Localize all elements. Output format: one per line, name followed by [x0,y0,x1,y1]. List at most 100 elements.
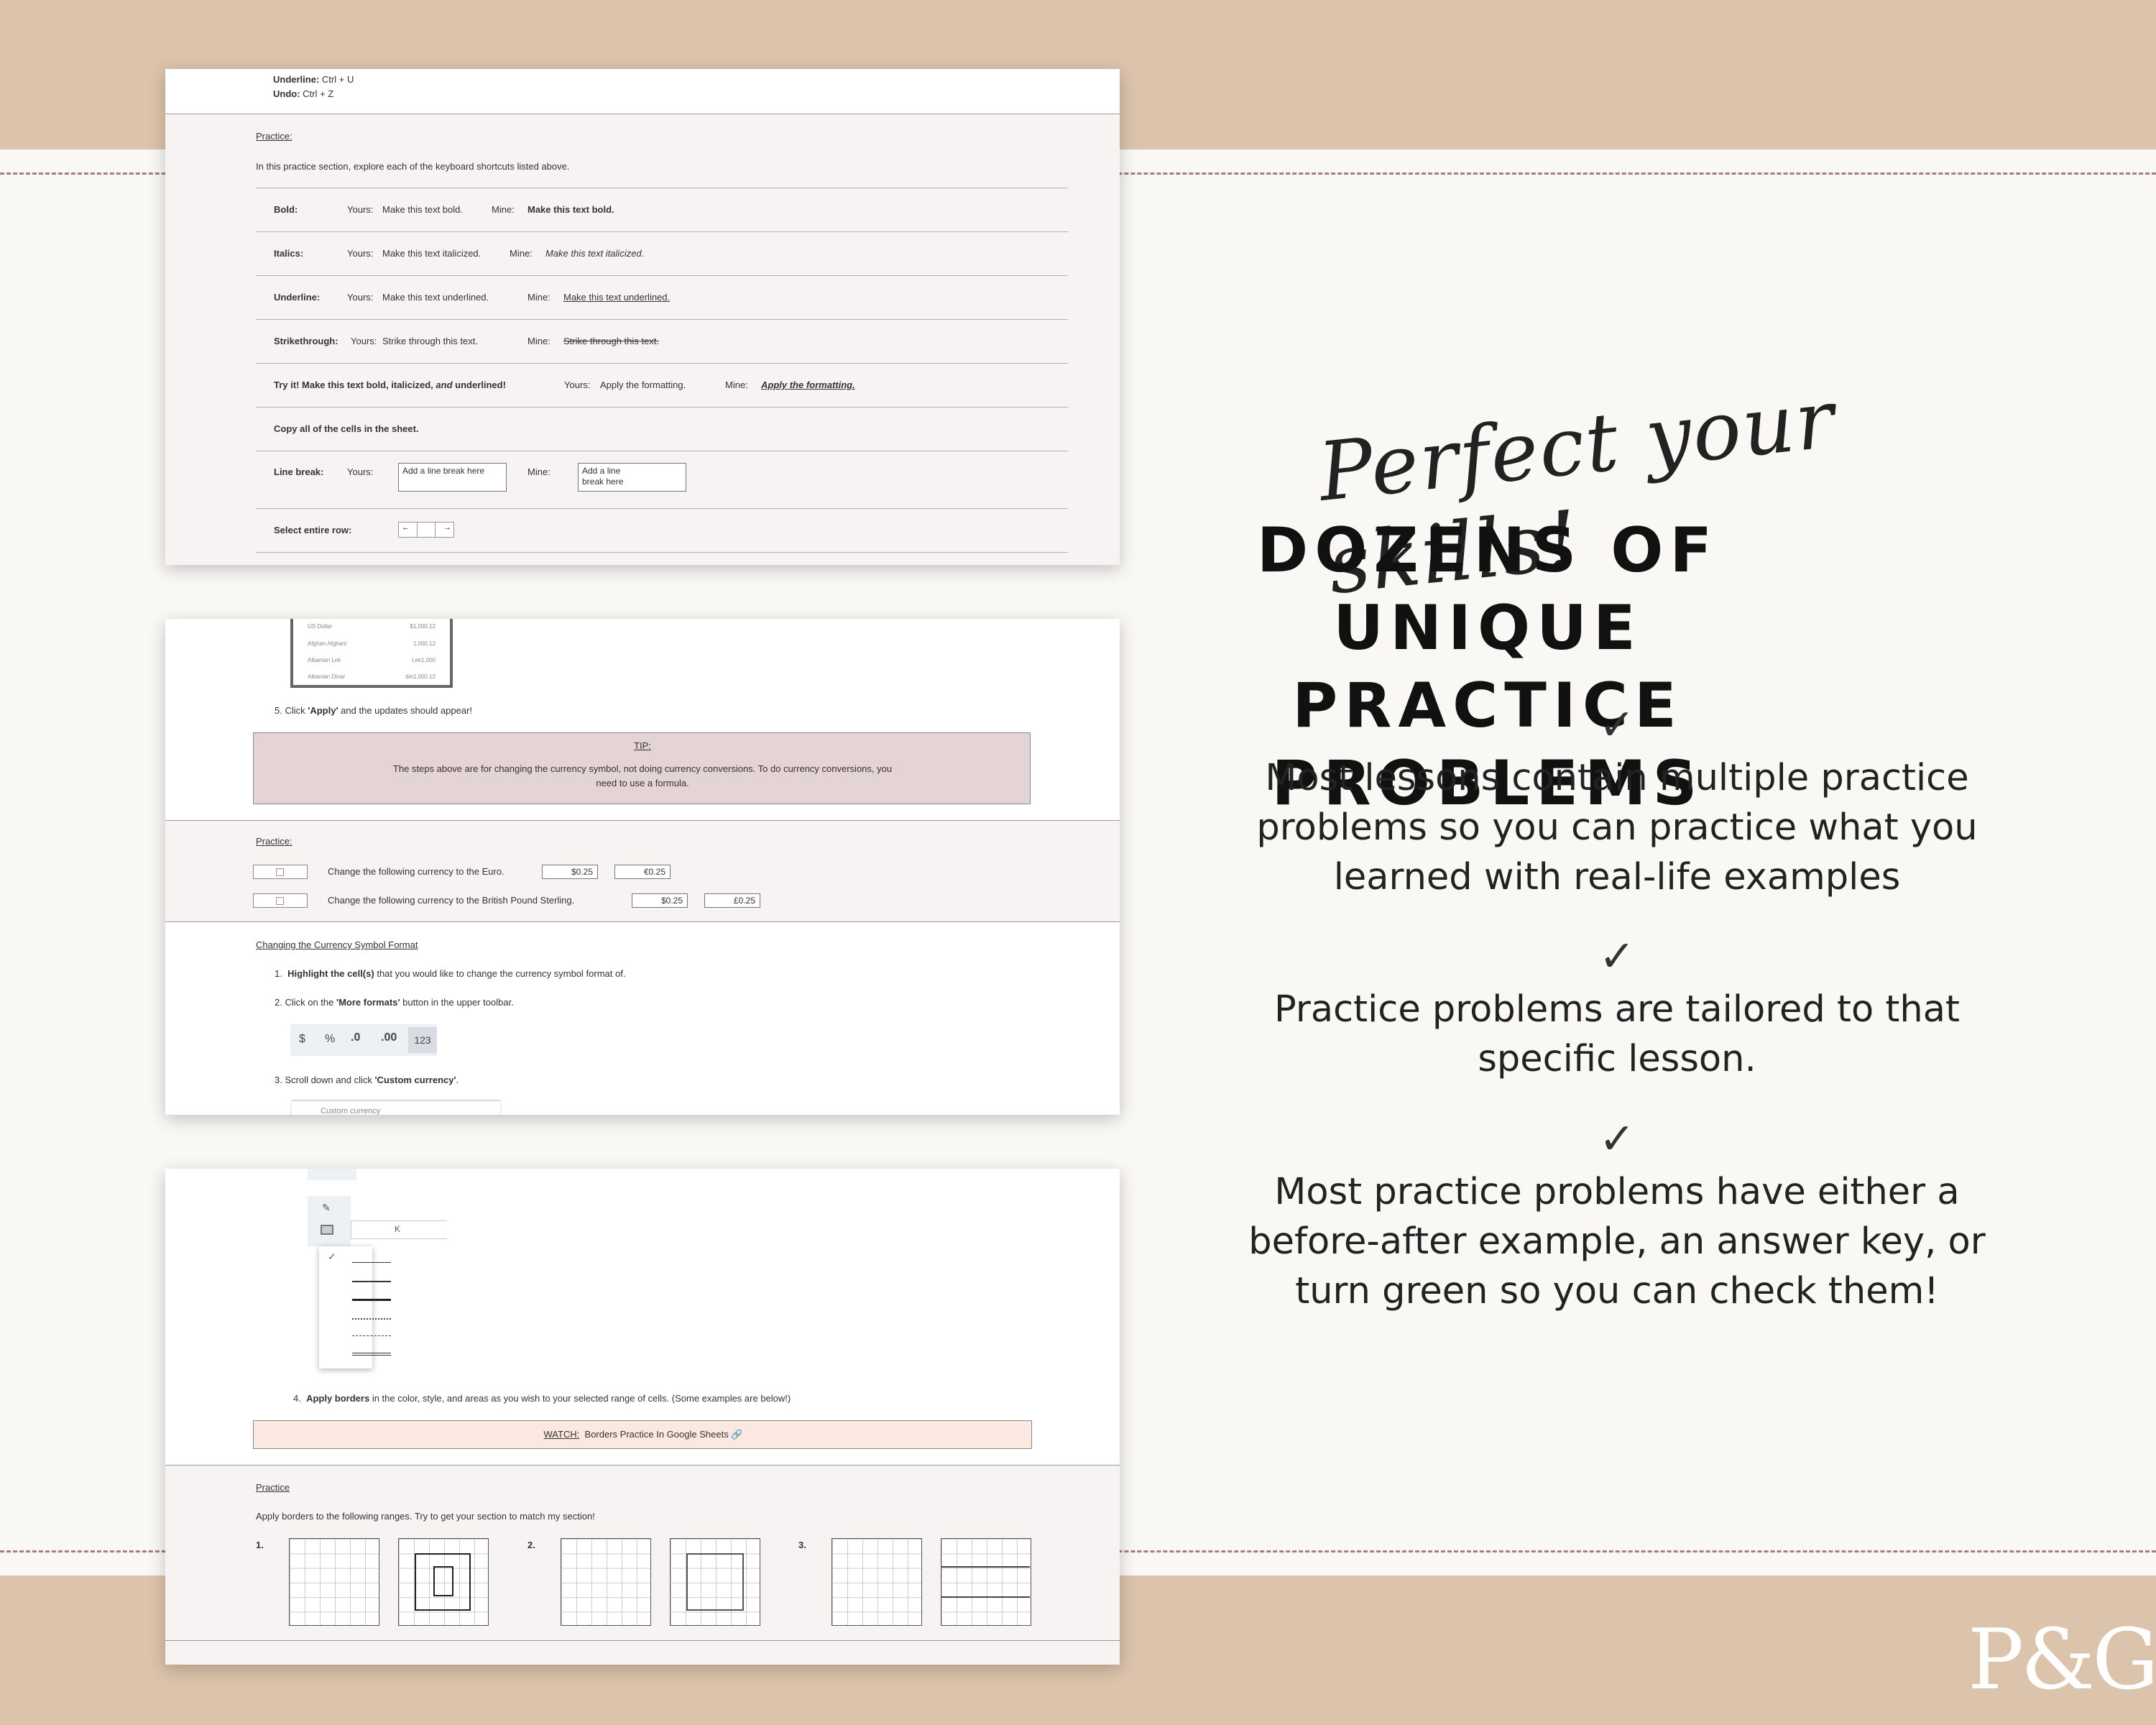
more-formats-button[interactable]: 123 [408,1027,437,1053]
format-menu-cut: Custom currency [292,1100,500,1115]
problem-3-yours-grid[interactable] [831,1538,922,1626]
underline-shortcut-value: Ctrl + U [321,74,354,85]
checkmark-icon-2: ✓ [1598,932,1636,982]
try-it-yours-label: Yours: [564,380,591,390]
problem-1-yours-grid[interactable] [289,1538,379,1626]
problem-2-yours-grid[interactable] [561,1538,651,1626]
underline-shortcut-label: Underline: [273,74,320,85]
column-header: K [351,1220,447,1239]
pencil-icon[interactable]: ✎ [322,1202,331,1214]
increase-decimal-button[interactable]: .00 [381,1031,397,1044]
copy-all-label: Copy all of the cells in the sheet. [274,423,419,434]
underline-row-label: Underline: [274,292,321,303]
italics-mine-label: Mine: [510,248,533,259]
point-2: Practice problems are tailored to that s… [1274,988,1960,1080]
border-dashed-option[interactable] [352,1335,391,1336]
practice-intro: In this practice section, explore each o… [256,161,570,172]
currency-format-button[interactable]: $ [299,1033,305,1046]
watch-link[interactable]: Borders Practice In Google Sheets [585,1429,729,1440]
column-k-label: K [395,1224,401,1234]
try-it-mine-cell: Apply the formatting. [761,380,855,390]
practice-row-1-from: $0.25 [542,865,598,879]
step-3: 3. Scroll down and click 'Custom currenc… [275,1075,459,1085]
border-dotted-option[interactable] [352,1318,391,1320]
currency-list: US Dollar $1,000.12 Afghan Afghani 1,000… [290,619,453,688]
undo-shortcut-label: Undo: [273,88,300,99]
border-double-option[interactable] [352,1353,391,1356]
line-break-yours-label: Yours: [347,466,374,477]
strikethrough-row-label: Strikethrough: [274,336,338,346]
line-break-mine-cell: Add a line break here [578,463,686,492]
checkmark-icon-1: ✓ [1598,700,1636,750]
problem-number-3: 3. [798,1540,806,1550]
strikethrough-mine-cell: Strike through this text. [563,336,659,346]
border-thin-option[interactable] [352,1262,391,1263]
tip-text-2: need to use a formula. [596,778,689,788]
tip-text-1: The steps above are for changing the cur… [392,763,893,774]
step-4: 4. Apply borders in the color, style, an… [293,1393,791,1404]
arrow-right-icon: → [443,523,451,532]
select-row-label: Select entire row: [274,525,352,535]
borders-screenshot: ••••• ✎ K ✓ 4. Apply borders in the colo… [165,1169,1120,1665]
try-it-yours-cell[interactable]: Apply the formatting. [600,380,686,390]
strikethrough-mine-label: Mine: [528,336,550,346]
practice-checkbox-cell-2[interactable] [253,893,308,908]
checkmark-icon: ✓ [328,1251,336,1262]
problem-3-mine-grid [941,1538,1031,1626]
italics-yours-label: Yours: [347,248,374,259]
step-1: 1. Highlight the cell(s) that you would … [275,968,626,979]
bold-row-label: Bold: [274,204,298,215]
decrease-decimal-button[interactable]: .0 [351,1031,360,1044]
border-tool-group: ✎ [308,1196,351,1246]
try-it-label: Try it! Make this text bold, italicized,… [274,380,506,390]
line-break-label: Line break: [274,466,324,477]
underline-yours-label: Yours: [347,292,374,303]
step-5: 5. Click 'Apply' and the updates should … [275,705,473,716]
line-break-yours-cell[interactable]: Add a line break here [398,463,507,492]
border-thick-option[interactable] [352,1299,391,1301]
brand-logo: P&G [1968,1611,2156,1708]
problem-1-mine-grid [398,1538,489,1626]
border-style-icon[interactable] [321,1225,333,1235]
sheets-toolbar: $ % .0 .00 123 [290,1024,437,1056]
practice-row-2-to[interactable]: £0.25 [704,893,760,908]
line-break-mine-label: Mine: [528,466,550,477]
practice-row-2-text: Change the following currency to the Bri… [328,895,575,906]
practice-row-1-text: Change the following currency to the Eur… [328,866,505,877]
practice-heading: Practice: [256,131,292,142]
problem-number-1: 1. [256,1540,264,1550]
bold-yours-cell[interactable]: Make this text bold. [382,204,463,215]
underline-yours-cell[interactable]: Make this text underlined. [382,292,489,303]
currency-format-screenshot: US Dollar $1,000.12 Afghan Afghani 1,000… [165,619,1120,1115]
bold-mine-cell: Make this text bold. [528,204,614,215]
strikethrough-yours-cell[interactable]: Strike through this text. [382,336,478,346]
arrow-left-icon: ← [402,523,410,532]
practice-row-2-from: $0.25 [632,893,688,908]
checkmark-icon-3: ✓ [1598,1114,1636,1164]
border-medium-option[interactable] [352,1281,391,1282]
practice-row-1-to[interactable]: €0.25 [614,865,671,879]
watch-box[interactable]: WATCH: Borders Practice In Google Sheets… [253,1420,1032,1449]
bold-yours-label: Yours: [347,204,374,215]
bold-mine-label: Mine: [492,204,515,215]
undo-shortcut-value: Ctrl + Z [303,88,334,99]
italics-mine-cell: Make this text italicized. [545,248,645,259]
changing-currency-heading: Changing the Currency Symbol Format [256,939,418,950]
practice-checkbox-cell-1[interactable] [253,865,308,879]
strikethrough-yours-label: Yours: [351,336,377,346]
tip-box: TIP: The steps above are for changing th… [253,732,1031,804]
borders-practice-heading: Practice [256,1482,290,1493]
keyboard-shortcuts-screenshot: Underline: Ctrl + U Undo: Ctrl + Z Pract… [165,69,1120,565]
point-3: Most practice problems have either a bef… [1248,1171,1986,1312]
underline-mine-cell: Make this text underlined. [563,292,671,303]
select-row-cells[interactable]: ← → [398,522,454,538]
step-2: 2. Click on the 'More formats' button in… [275,997,514,1008]
link-icon: 🔗 [731,1429,743,1440]
italics-yours-cell[interactable]: Make this text italicized. [382,248,481,259]
border-style-menu[interactable]: ✓ [319,1246,391,1368]
percent-format-button[interactable]: % [325,1033,335,1046]
watch-label: WATCH: [543,1429,580,1440]
currency-practice-heading: Practice: [256,836,292,847]
borders-practice-intro: Apply borders to the following ranges. T… [256,1511,595,1522]
toolbar-fragment: ••••• [308,1169,356,1180]
